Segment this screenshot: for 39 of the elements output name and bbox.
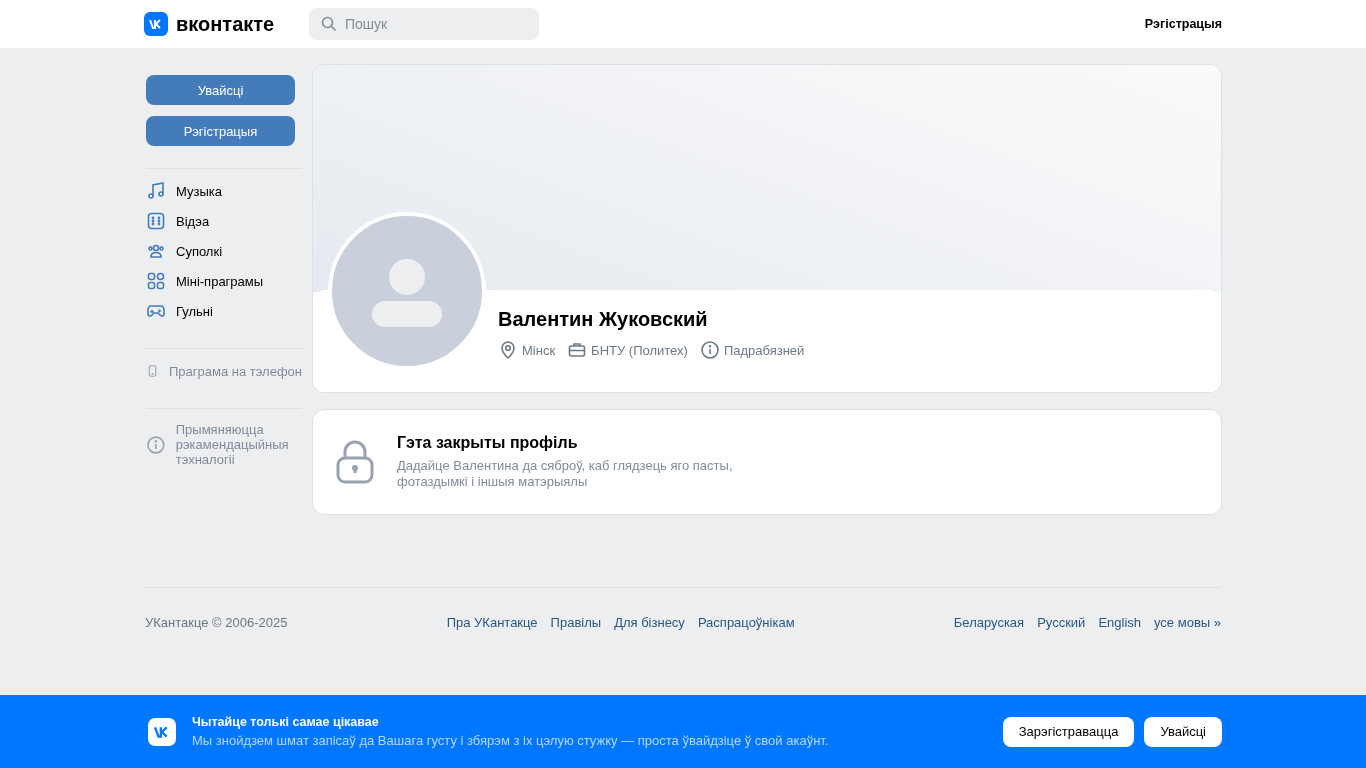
logo-icon [148, 717, 176, 746]
logo-text[interactable]: вконтакте [176, 12, 275, 36]
sidebar-item[interactable]: Музыка [146, 176, 302, 206]
profile-name: Валентин Жуковский [498, 308, 709, 331]
profile-detail[interactable]: Падрабязней [699, 340, 805, 360]
sidebar-item[interactable]: Відэа [146, 206, 302, 236]
sidebar-button[interactable]: Увайсці [146, 75, 295, 105]
location-pin-icon [498, 340, 518, 360]
footer-link[interactable]: Пра УКантакце [446, 615, 538, 630]
footer-link[interactable]: Распрацоўнікам [697, 615, 795, 630]
language-link[interactable]: усе мовы » [1154, 615, 1221, 630]
logo-icon[interactable] [144, 12, 168, 36]
info-icon [699, 340, 720, 360]
profile-detail[interactable]: Мінск [498, 340, 556, 360]
apps-grid-icon [146, 271, 166, 291]
sidebar-item[interactable]: Гульні [146, 296, 302, 326]
info-icon [146, 434, 166, 455]
footer-link[interactable]: Для бізнесу [614, 615, 685, 630]
lock-icon [335, 440, 375, 484]
register-link[interactable]: Рэгістрацыя [1144, 17, 1222, 31]
search-field[interactable]: Пошук [309, 8, 539, 40]
sidebar-item[interactable]: Суполкі [146, 236, 302, 266]
banner-text: Мы знойдзем шмат запісаў да Вашага густу і збярэм з іх цэлую стужку — проста ўвайдзіце ў свой акаўнт. [192, 733, 830, 748]
sidebar-button[interactable]: Рэгістрацыя [146, 116, 295, 146]
banner-button[interactable]: Зарэгістравацца [1002, 716, 1135, 747]
footer-link[interactable]: Правілы [550, 615, 602, 630]
sidebar-item[interactable]: Міні-праграмы [146, 266, 302, 296]
language-link[interactable]: Русский [1037, 615, 1086, 630]
language-link[interactable]: English [1098, 615, 1141, 630]
banner-title: Чытайце толькі самае цікавае [192, 715, 380, 729]
briefcase-icon [567, 340, 588, 360]
banner-button[interactable]: Увайсці [1144, 716, 1222, 747]
copyright-text: УКантакце © 2006-2025 [145, 615, 288, 630]
profile-detail[interactable]: БНТУ (Политех) [567, 340, 688, 360]
closed-profile-text: Дадайце Валентина да сяброў, каб глядзець яго пасты, фотаздымкі і іншыя матэрыялы [397, 458, 734, 490]
closed-profile-title: Гэта закрыты профіль [397, 434, 579, 452]
music-note-icon [146, 181, 166, 201]
language-link[interactable]: Беларуская [953, 615, 1025, 630]
dice-icon [146, 211, 166, 231]
